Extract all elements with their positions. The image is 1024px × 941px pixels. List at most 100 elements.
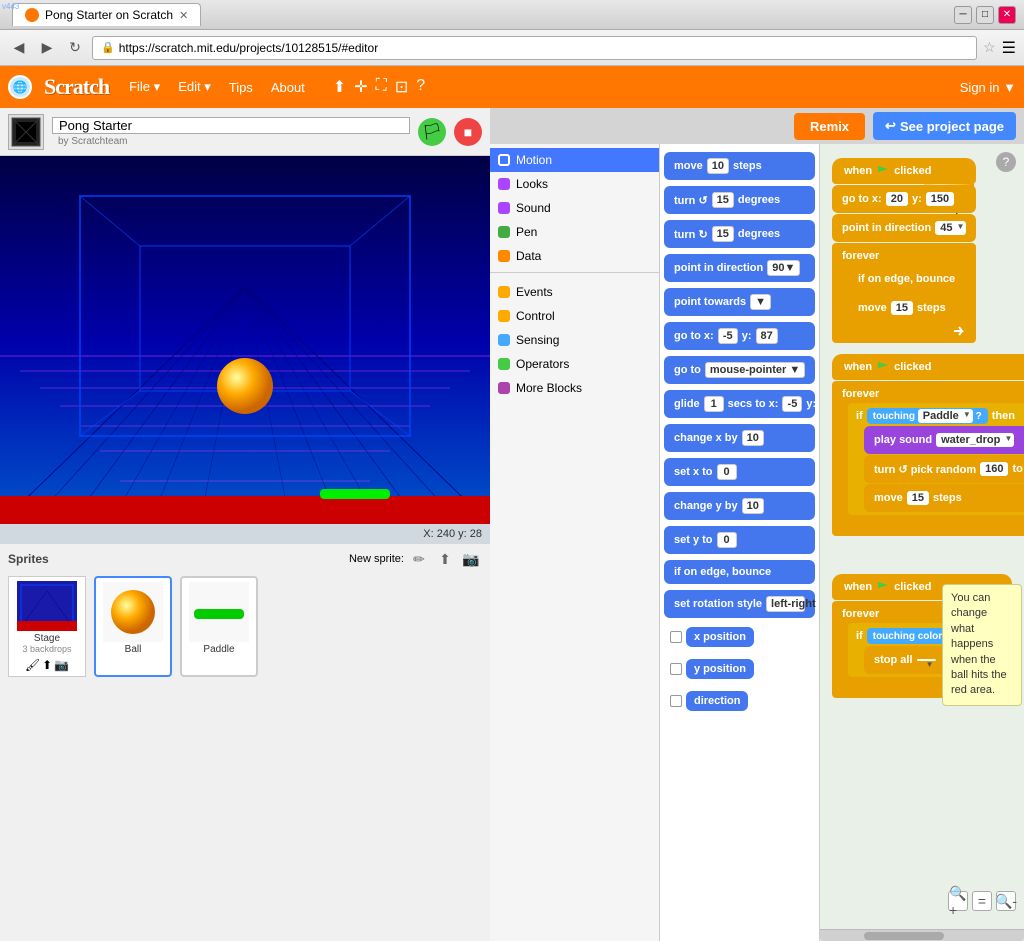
camera-sprite-button[interactable]: 📷 (460, 548, 482, 570)
block-y-position-checkbox[interactable]: y position (664, 656, 815, 682)
direction-check[interactable] (670, 695, 682, 707)
category-looks[interactable]: Looks (490, 172, 659, 196)
category-operators[interactable]: Operators (490, 352, 659, 376)
compress-icon[interactable]: ⊡ (395, 77, 408, 97)
nav-tips[interactable]: Tips (221, 76, 261, 99)
category-events-label: Events (516, 285, 553, 299)
category-sensing[interactable]: Sensing (490, 328, 659, 352)
menu-icon[interactable]: ☰ (1002, 38, 1016, 58)
block-turn-cw[interactable]: turn ↻ 15 degrees (664, 220, 815, 248)
upload-sprite-button[interactable]: ⬆ (434, 548, 456, 570)
block-rotation-style[interactable]: set rotation style left-right ▼ (664, 590, 815, 618)
sprites-list: Stage 3 backdrops 🖌 ⬆ 📷 (8, 576, 482, 677)
y-position-check[interactable] (670, 663, 682, 675)
category-pen[interactable]: Pen (490, 220, 659, 244)
scratch-logo[interactable]: Scratch (44, 74, 109, 100)
block-x-position-checkbox[interactable]: x position (664, 624, 815, 650)
category-more-blocks[interactable]: More Blocks (490, 376, 659, 400)
category-events[interactable]: Events (490, 280, 659, 304)
current-sprite-icon: v443 (8, 114, 44, 150)
help-icon[interactable]: ? (416, 77, 425, 97)
browser-tab[interactable]: Pong Starter on Scratch ✕ (12, 3, 201, 26)
hat-block-1[interactable]: when clicked (832, 158, 976, 184)
zoom-reset-button[interactable]: = (972, 891, 992, 911)
project-name-input[interactable] (52, 117, 410, 134)
nav-about[interactable]: About (263, 76, 313, 99)
camera-backdrop-btn[interactable]: 📷 (54, 658, 69, 672)
block-y-position[interactable]: y position (686, 659, 754, 679)
project-header: v443 by Scratchteam 🏳 ■ (0, 108, 490, 156)
block-point-direction[interactable]: point in direction 90▼ (664, 254, 815, 282)
address-bar[interactable]: 🔒 https://scratch.mit.edu/projects/10128… (92, 36, 977, 60)
stage-sprite-item[interactable]: Stage 3 backdrops 🖌 ⬆ 📷 (8, 576, 86, 677)
forever-block-1[interactable]: forever if on edge, bounce move 15 steps (832, 243, 976, 343)
new-sprite-controls: New sprite: ✏ ⬆ 📷 (349, 548, 482, 570)
hat-block-2[interactable]: when clicked (832, 354, 1024, 380)
point-direction-block[interactable]: point in direction 45 (832, 214, 976, 242)
paddle-sprite-item[interactable]: Paddle (180, 576, 258, 677)
fullscreen-icon[interactable]: ⛶ (376, 77, 387, 97)
play-sound-block[interactable]: play sound water_drop (864, 426, 1024, 454)
block-set-x[interactable]: set x to 0 (664, 458, 815, 486)
forever-inner-1: if on edge, bounce move 15 steps (848, 265, 972, 339)
block-goto-xy[interactable]: go to x: -5 y: 87 (664, 322, 815, 350)
forward-button[interactable]: ▶ (36, 37, 58, 59)
zoom-in-button[interactable]: 🔍+ (948, 891, 968, 911)
block-direction[interactable]: direction (686, 691, 748, 711)
category-pen-label: Pen (516, 225, 537, 239)
minimize-button[interactable]: ─ (954, 6, 972, 24)
block-goto-mouse[interactable]: go to mouse-pointer ▼ (664, 356, 815, 384)
sign-in-button[interactable]: Sign in ▼ (960, 80, 1016, 95)
tab-close-button[interactable]: ✕ (179, 9, 188, 22)
edge-bounce-block-1[interactable]: if on edge, bounce (848, 265, 972, 293)
category-control[interactable]: Control (490, 304, 659, 328)
reload-button[interactable]: ↻ (64, 37, 86, 59)
green-flag-button[interactable]: 🏳 (418, 118, 446, 146)
block-point-towards[interactable]: point towards ▼ (664, 288, 815, 316)
category-sound[interactable]: Sound (490, 196, 659, 220)
move-steps-block-2[interactable]: move 15 steps (864, 484, 1024, 512)
scrollbar-thumb[interactable] (864, 932, 944, 940)
block-set-y[interactable]: set y to 0 (664, 526, 815, 554)
zoom-out-button[interactable]: 🔍- (996, 891, 1016, 911)
forever-label-1: forever (832, 247, 976, 265)
if-block[interactable]: if touching Paddle ? then play sound wat… (848, 403, 1024, 515)
category-data[interactable]: Data (490, 244, 659, 268)
bookmark-icon[interactable]: ☆ (983, 39, 996, 56)
category-motion[interactable]: Motion (490, 148, 659, 172)
close-button[interactable]: ✕ (998, 6, 1016, 24)
remix-button[interactable]: Remix (794, 113, 865, 140)
horizontal-scrollbar[interactable] (820, 929, 1024, 941)
ball-sprite-thumb (103, 582, 163, 642)
maximize-button[interactable]: □ (976, 6, 994, 24)
block-change-x[interactable]: change x by 10 (664, 424, 815, 452)
turn-random-block[interactable]: turn ↺ pick random 160 to 200 degre (864, 455, 1024, 483)
block-change-y[interactable]: change y by 10 (664, 492, 815, 520)
right-panel: Scripts Costumes Sounds Motion Looks (490, 108, 1024, 941)
draw-sprite-button[interactable]: ✏ (408, 548, 430, 570)
help-button[interactable]: ? (996, 152, 1016, 172)
x-position-check[interactable] (670, 631, 682, 643)
back-button[interactable]: ◀ (8, 37, 30, 59)
block-edge-bounce[interactable]: if on edge, bounce (664, 560, 815, 584)
stage-thumb (17, 581, 77, 631)
move-steps-block-1[interactable]: move 15 steps (848, 294, 972, 322)
add-icon[interactable]: ✛ (354, 77, 367, 97)
block-glide[interactable]: glide 1 secs to x: -5 y: 87 (664, 390, 815, 418)
block-turn-ccw[interactable]: turn ↺ 15 degrees (664, 186, 815, 214)
nav-file[interactable]: File ▾ (121, 75, 168, 99)
scripts-area: Motion Looks Sound Pen (490, 144, 1024, 941)
upload-backdrop-btn[interactable]: ⬆ (42, 658, 52, 672)
goto-block[interactable]: go to x: 20 y: 150 (832, 185, 976, 213)
block-direction-checkbox[interactable]: direction (664, 688, 815, 714)
forever-block-2[interactable]: forever if touching Paddle ? then play s… (832, 381, 1024, 536)
paint-backdrop-btn[interactable]: 🖌 (25, 658, 40, 672)
upload-icon[interactable]: ⬆ (333, 77, 346, 97)
block-move-steps[interactable]: move 10 steps (664, 152, 815, 180)
ball-sprite-item[interactable]: Ball (94, 576, 172, 677)
nav-edit[interactable]: Edit ▾ (170, 75, 219, 99)
stop-button[interactable]: ■ (454, 118, 482, 146)
block-x-position[interactable]: x position (686, 627, 754, 647)
language-icon[interactable]: 🌐 (8, 75, 32, 99)
see-project-button[interactable]: ↩ See project page (873, 112, 1016, 140)
